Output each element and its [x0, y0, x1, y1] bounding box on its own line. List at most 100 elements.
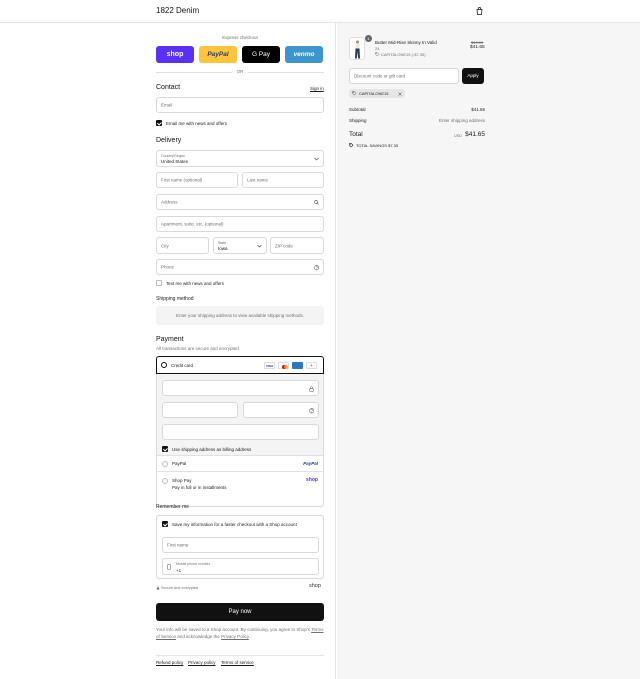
order-summary: 1 Butter Mid-Rise Skinny In Valid 24 CAP…	[337, 23, 640, 679]
currency-label: USD	[454, 134, 463, 138]
shipping-method-info-box: Enter your shipping address to view avai…	[156, 306, 324, 325]
total-value: $41.65	[465, 131, 485, 138]
secure-encrypted-label: Secure and encrypted	[161, 585, 199, 590]
mobile-phone-field[interactable]: Mobile phone number +1	[162, 558, 319, 575]
credit-card-form: Use shipping address as billing address	[157, 374, 323, 455]
shop-first-name-placeholder: First name	[167, 542, 189, 548]
total-savings-value: $7.35	[388, 143, 399, 148]
shop-first-name-field[interactable]: First name	[162, 537, 319, 553]
phone-placeholder: Phone	[161, 264, 175, 270]
paypal-express-button[interactable]: PayPal	[199, 46, 237, 63]
shop-logo: shop	[306, 477, 318, 483]
paypal-logo: PayPal	[303, 460, 318, 466]
email-field[interactable]: Email	[156, 97, 324, 113]
applied-discount-code: CAPITALONE15	[359, 91, 389, 96]
payment-title: Payment	[156, 336, 184, 343]
venmo-logo: venmo	[293, 51, 315, 58]
shop-pay-option[interactable]: Shop Pay Pay in full or in installments …	[157, 471, 323, 506]
save-info-checkbox[interactable]	[162, 521, 168, 527]
zip-field[interactable]: ZIP code	[270, 237, 324, 254]
shop-logo: shop	[309, 583, 321, 589]
legal-end: .	[248, 634, 251, 639]
state-label: State	[218, 240, 227, 245]
country-select[interactable]: Country/Region United States	[156, 150, 324, 167]
discount-tag-icon	[375, 52, 380, 57]
email-news-label: Email me with news and offers	[166, 120, 227, 126]
footer-divider	[156, 655, 324, 656]
divider-right	[248, 72, 324, 73]
privacy-link[interactable]: Privacy Policy	[221, 634, 249, 639]
search-icon	[314, 200, 319, 205]
or-separator: OR	[236, 69, 244, 74]
delivery-title: Delivery	[156, 137, 182, 144]
terms-of-service-link[interactable]: Terms of service	[221, 660, 254, 665]
shop-pay-subtitle: Pay in full or in installments	[172, 485, 227, 490]
more-cards-badge: +	[306, 362, 317, 369]
phone-field[interactable]: Phone	[156, 259, 324, 275]
state-select[interactable]: State Iowa	[213, 237, 267, 254]
google-pay-express-button[interactable]: G Pay	[242, 46, 280, 63]
store-name[interactable]: 1822 Denim	[156, 6, 199, 15]
venmo-express-button[interactable]: venmo	[285, 46, 323, 63]
discount-tag-icon	[352, 91, 357, 96]
email-news-checkbox[interactable]	[156, 120, 162, 126]
shop-pay-radio[interactable]	[162, 478, 168, 484]
product-discount: CAPITALONE15 (-$7.35)	[381, 52, 426, 57]
close-icon[interactable]	[398, 91, 402, 96]
mobile-phone-label: Mobile phone number	[176, 561, 210, 566]
state-value: Iowa	[218, 246, 228, 251]
credit-card-option[interactable]: Credit card VISA +	[156, 356, 324, 374]
last-name-field[interactable]: Last name	[242, 172, 324, 188]
email-placeholder: Email	[161, 102, 173, 108]
google-pay-logo: G Pay	[251, 51, 271, 58]
privacy-policy-link[interactable]: Privacy policy	[188, 660, 216, 665]
expiration-field[interactable]	[162, 402, 238, 418]
subtotal-label: Subtotal	[349, 107, 366, 112]
apply-button[interactable]: Apply	[462, 68, 484, 84]
legal-text: Your info will be saved to a Shop accoun…	[156, 626, 324, 640]
zip-placeholder: ZIP code	[275, 243, 293, 248]
save-info-label: Save my information for a faster checkou…	[172, 521, 297, 527]
text-news-checkbox[interactable]	[156, 280, 162, 286]
lock-icon	[156, 586, 160, 590]
product-thumbnail	[349, 37, 365, 60]
shop-logo: shop	[166, 51, 184, 58]
credit-card-radio[interactable]	[161, 362, 167, 368]
pay-now-button[interactable]: Pay now	[156, 603, 324, 621]
discount-code-field[interactable]: Discount code or gift card	[349, 68, 459, 84]
country-value: United States	[161, 159, 189, 164]
refund-policy-link[interactable]: Refund policy	[156, 660, 183, 665]
amex-icon	[292, 362, 303, 369]
first-name-placeholder: First name (optional)	[161, 177, 203, 183]
sign-in-link[interactable]: Sign in	[310, 86, 324, 91]
shopping-bag-icon[interactable]	[476, 7, 483, 15]
help-circle-icon[interactable]	[313, 265, 320, 271]
total-label: Total	[349, 131, 363, 138]
paypal-radio[interactable]	[162, 461, 168, 467]
name-on-card-field[interactable]	[162, 424, 319, 440]
city-field[interactable]: City	[156, 237, 209, 254]
first-name-field[interactable]: First name (optional)	[156, 172, 238, 188]
billing-address-checkbox[interactable]	[162, 446, 168, 452]
security-code-field[interactable]	[243, 402, 319, 418]
contact-title: Contact	[156, 84, 181, 91]
card-number-field[interactable]	[162, 380, 319, 396]
shop-pay-label: Shop Pay	[172, 478, 192, 483]
billing-address-label: Use shipping address as billing address	[172, 446, 252, 452]
apartment-placeholder: Apartment, suite, etc. (optional)	[161, 221, 224, 227]
chevron-down-icon	[257, 244, 262, 248]
product-variant: 24	[375, 45, 380, 51]
remember-me-box: Save my information for a faster checkou…	[156, 515, 324, 579]
total-savings-label: TOTAL SAVINGS	[356, 143, 387, 148]
shop-pay-express-button[interactable]: shop	[156, 46, 194, 63]
address-field[interactable]: Address	[156, 194, 324, 210]
shipping-value: Enter shipping address	[438, 118, 485, 123]
header: 1822 Denim	[0, 0, 640, 23]
mobile-phone-icon	[167, 564, 171, 570]
remember-me-title: Remember me	[156, 504, 190, 510]
paypal-option[interactable]: PayPal PayPal	[157, 455, 323, 471]
visa-icon: VISA	[264, 362, 275, 369]
help-circle-icon[interactable]	[308, 408, 315, 414]
apartment-field[interactable]: Apartment, suite, etc. (optional)	[156, 216, 324, 232]
mastercard-icon	[278, 362, 289, 369]
